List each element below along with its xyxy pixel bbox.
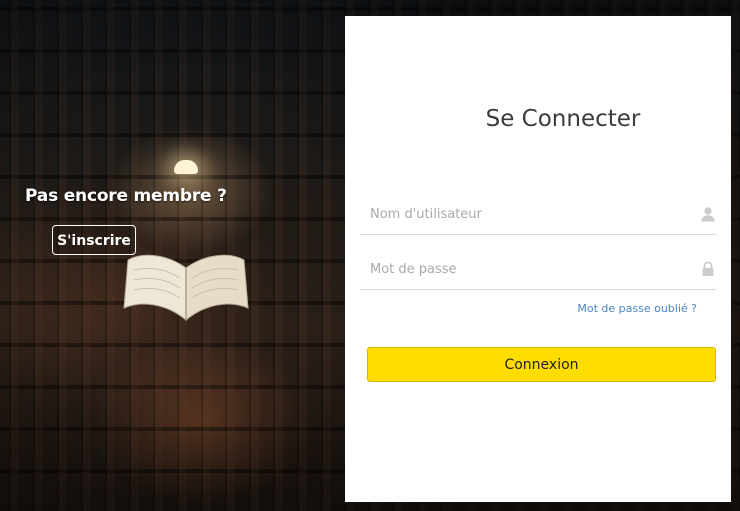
username-input[interactable] xyxy=(360,196,690,232)
lock-icon xyxy=(702,261,714,276)
open-book-illustration xyxy=(123,254,249,322)
forgot-password-link[interactable]: Mot de passe oublié ? xyxy=(577,302,697,315)
password-field-wrapper xyxy=(360,251,716,290)
username-field-wrapper xyxy=(360,196,716,235)
login-submit-button[interactable]: Connexion xyxy=(367,347,716,382)
signup-prompt-title: Pas encore membre ? xyxy=(25,186,227,206)
login-title: Se Connecter xyxy=(485,106,641,132)
password-input[interactable] xyxy=(360,251,690,287)
login-page: Pas encore membre ? S'inscrire Se Connec… xyxy=(0,0,740,511)
signup-button[interactable]: S'inscrire xyxy=(52,225,136,255)
lamp-light xyxy=(174,160,198,174)
user-icon xyxy=(701,207,715,222)
login-card: Se Connecter Mot de passe oublié ? Conne… xyxy=(345,16,731,502)
